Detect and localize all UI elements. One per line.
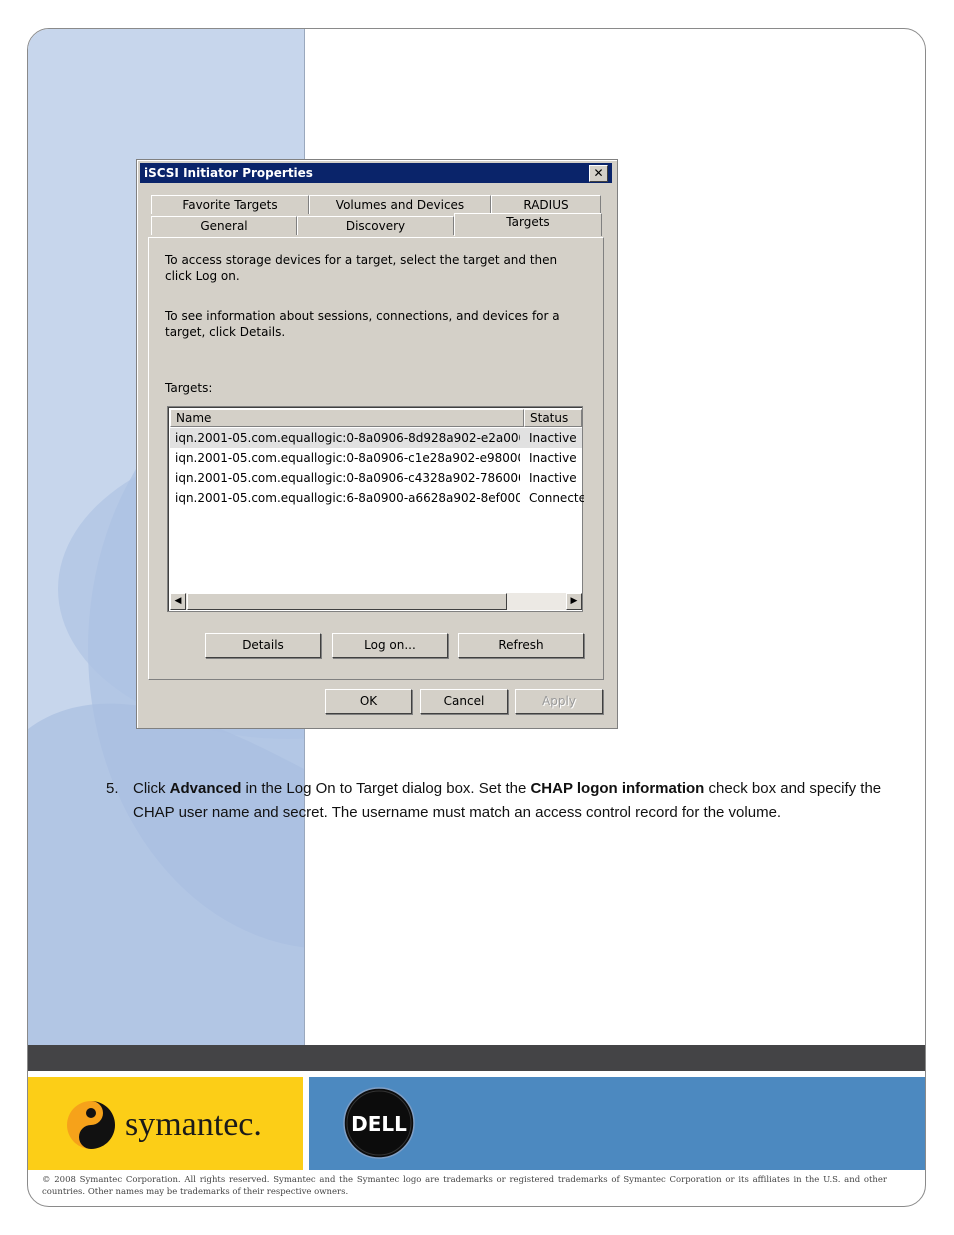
details-button[interactable]: Details (205, 633, 321, 658)
target-name: iqn.2001-05.com.equallogic:0-8a0906-c1e2… (175, 451, 520, 465)
column-header-name[interactable]: Name (170, 409, 524, 427)
dialog-title-bar: iSCSI Initiator Properties ✕ (140, 163, 612, 183)
tab-targets[interactable]: Targets (454, 213, 602, 236)
scrollbar-thumb[interactable] (187, 593, 507, 610)
target-status: Inactive (529, 451, 577, 465)
step-text-part: in the Log On to Target dialog box. Set … (241, 780, 531, 797)
step-text: Click Advanced in the Log On to Target d… (133, 777, 893, 825)
table-row[interactable]: iqn.2001-05.com.equallogic:0-8a0906-c432… (170, 468, 582, 488)
target-name: iqn.2001-05.com.equallogic:0-8a0906-8d92… (175, 431, 520, 445)
log-on-button[interactable]: Log on... (332, 633, 448, 658)
table-row[interactable]: iqn.2001-05.com.equallogic:0-8a0906-8d92… (170, 428, 582, 448)
tab-general[interactable]: General (151, 216, 297, 235)
target-status: Connecte (529, 491, 584, 505)
symantec-logo-area: symantec. (28, 1077, 303, 1170)
symantec-wordmark: symantec. (125, 1106, 262, 1143)
copyright-notice: © 2008 Symantec Corporation. All rights … (42, 1175, 887, 1197)
tab-favorite-targets[interactable]: Favorite Targets (151, 195, 309, 214)
intro-text-details: To see information about sessions, conne… (165, 309, 560, 339)
ok-button[interactable]: OK (325, 689, 412, 714)
target-name: iqn.2001-05.com.equallogic:6-8a0900-a662… (175, 491, 520, 505)
apply-button[interactable]: Apply (515, 689, 603, 714)
refresh-button[interactable]: Refresh (458, 633, 584, 658)
close-icon[interactable]: ✕ (589, 165, 608, 182)
target-status: Inactive (529, 431, 577, 445)
horizontal-scrollbar[interactable]: ◀ ▶ (170, 593, 582, 610)
step-number: 5. (106, 780, 119, 797)
dell-logo: DELL (343, 1087, 415, 1159)
footer-dark-bar (28, 1045, 925, 1071)
targets-list[interactable]: Name Status iqn.2001-05.com.equallogic:0… (167, 406, 584, 612)
dell-logo-area: DELL (309, 1077, 925, 1170)
target-status: Inactive (529, 471, 577, 485)
step-bold-advanced: Advanced (169, 780, 242, 797)
dell-wordmark: DELL (351, 1112, 407, 1136)
target-name: iqn.2001-05.com.equallogic:0-8a0906-c432… (175, 471, 520, 485)
table-row[interactable]: iqn.2001-05.com.equallogic:0-8a0906-c1e2… (170, 448, 582, 468)
tab-discovery[interactable]: Discovery (297, 216, 454, 235)
symantec-logo: symantec. (67, 1101, 262, 1149)
intro-text-logon: To access storage devices for a target, … (165, 253, 558, 283)
cancel-button[interactable]: Cancel (420, 689, 508, 714)
table-row[interactable]: iqn.2001-05.com.equallogic:6-8a0900-a662… (170, 488, 584, 508)
tab-radius[interactable]: RADIUS (491, 195, 601, 214)
iscsi-initiator-dialog: iSCSI Initiator Properties ✕ Favorite Ta… (136, 159, 618, 729)
column-header-status[interactable]: Status (524, 409, 582, 427)
dialog-title: iSCSI Initiator Properties (144, 166, 313, 180)
tab-volumes-and-devices[interactable]: Volumes and Devices (309, 195, 491, 214)
step-bold-chap: CHAP logon information (530, 780, 705, 797)
scroll-left-icon[interactable]: ◀ (170, 593, 186, 610)
scroll-right-icon[interactable]: ▶ (566, 593, 582, 610)
step-text-part: Click (133, 780, 170, 797)
targets-label: Targets: (165, 381, 213, 395)
